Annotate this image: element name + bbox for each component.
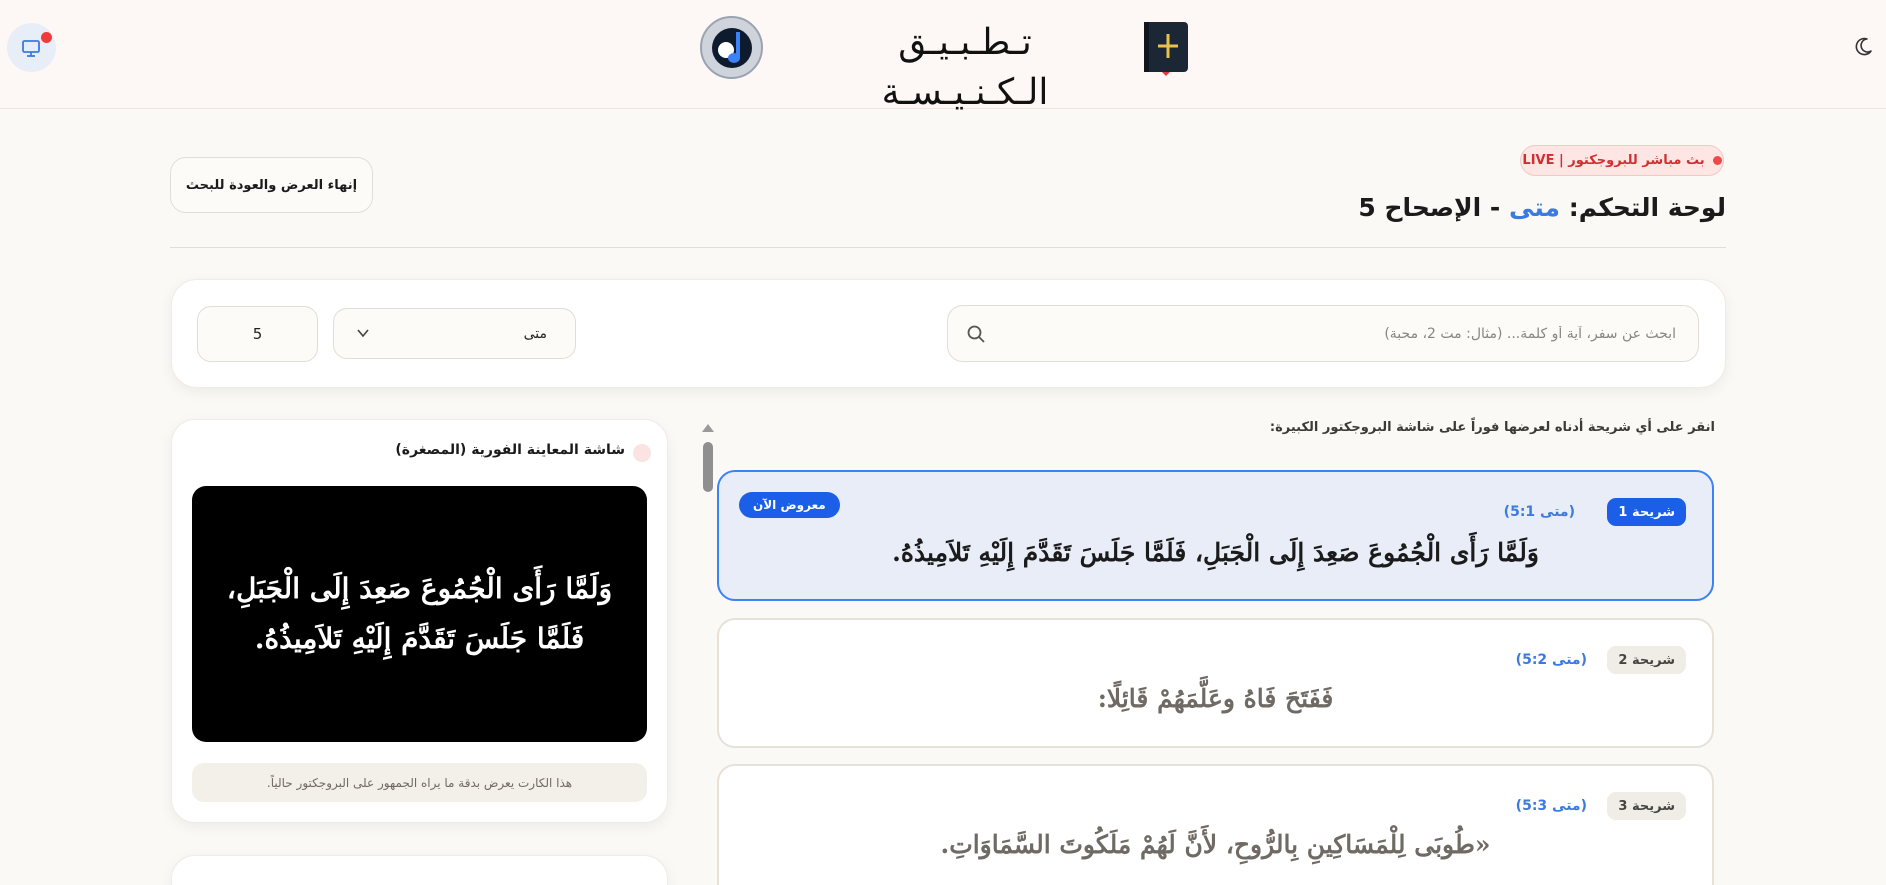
page-title: لوحة التحكم: متى - الإصحاح 5: [1358, 188, 1726, 228]
slide-card-1[interactable]: معروض الآن شريحة 1 (متى 5:1) وَلَمَّا رَ…: [717, 470, 1714, 601]
live-badge: بث مباشر للبروجكتور | LIVE: [1520, 145, 1724, 176]
app-header: تـطـبـيـق الـكـنـيـسـة: [0, 0, 1886, 113]
secondary-card: [171, 855, 668, 885]
preview-title: شاشة المعاينة الفورية (المصغرة): [395, 442, 625, 458]
slide-tag: شريحة 1: [1607, 498, 1686, 526]
slide-reference: (متى 5:1): [1503, 504, 1575, 520]
bible-icon[interactable]: [1140, 20, 1190, 76]
slide-tag: شريحة 2: [1607, 646, 1686, 674]
search-icon: [967, 325, 985, 343]
chapter-input[interactable]: 5: [197, 306, 318, 362]
slide-card-2[interactable]: شريحة 2 (متى 5:2) فَفَتَحَ فَاهُ وعَلَّم…: [717, 618, 1714, 748]
chevron-down-icon: [357, 329, 369, 338]
preview-note: هذا الكارت يعرض بدقة ما يراه الجمهور على…: [192, 763, 647, 802]
divider: [170, 247, 1726, 248]
slide-tag: شريحة 3: [1607, 792, 1686, 820]
panel-title-book: متى: [1509, 193, 1561, 222]
preview-status-dot: [633, 444, 651, 462]
preview-card: شاشة المعاينة الفورية (المصغرة) وَلَمَّا…: [171, 419, 668, 823]
live-indicator-dot: [41, 32, 52, 43]
projector-button[interactable]: [7, 23, 56, 72]
slide-reference: (متى 5:3): [1515, 798, 1587, 814]
slide-card-3[interactable]: شريحة 3 (متى 5:3) «طُوبَى لِلْمَسَاكِينِ…: [717, 764, 1714, 885]
search-input[interactable]: [998, 306, 1688, 361]
end-presentation-button[interactable]: إنهاء العرض والعودة للبحث: [170, 157, 373, 213]
search-field: [947, 305, 1699, 362]
live-badge-label: بث مباشر للبروجكتور | LIVE: [1522, 153, 1705, 168]
preview-screen: وَلَمَّا رَأَى الْجُمُوعَ صَعِدَ إِلَى ا…: [192, 486, 647, 742]
scrollbar-thumb[interactable]: [703, 442, 713, 492]
now-showing-badge: معروض الآن: [739, 492, 840, 518]
app-logo: [700, 16, 763, 79]
panel-title-chapter: الإصحاح 5: [1358, 193, 1482, 222]
panel-title-separator: -: [1489, 193, 1501, 222]
projector-icon: [21, 39, 40, 57]
slide-reference: (متى 5:2): [1515, 652, 1587, 668]
app-title: تـطـبـيـق الـكـنـيـسـة: [881, 22, 1049, 113]
slide-text: وَلَمَّا رَأَى الْجُمُوعَ صَعِدَ إِلَى ا…: [892, 538, 1539, 567]
panel-title-prefix: لوحة التحكم:: [1568, 193, 1726, 222]
live-dot: [1712, 156, 1722, 165]
slides-hint: انقر على أي شريحة أدناه لعرضها فوراً على…: [1269, 420, 1715, 435]
slide-text: فَفَتَحَ فَاهُ وعَلَّمَهُمْ قَائِلًا:: [1097, 684, 1334, 713]
slide-text: «طُوبَى لِلْمَسَاكِينِ بِالرُّوحِ، لأَنَ…: [940, 830, 1491, 859]
scrollbar-up-arrow[interactable]: [702, 424, 714, 432]
book-select-value: متى: [523, 325, 547, 342]
music-note-icon: [711, 27, 752, 68]
book-select[interactable]: متى: [333, 308, 576, 359]
moon-icon[interactable]: [1852, 36, 1874, 58]
